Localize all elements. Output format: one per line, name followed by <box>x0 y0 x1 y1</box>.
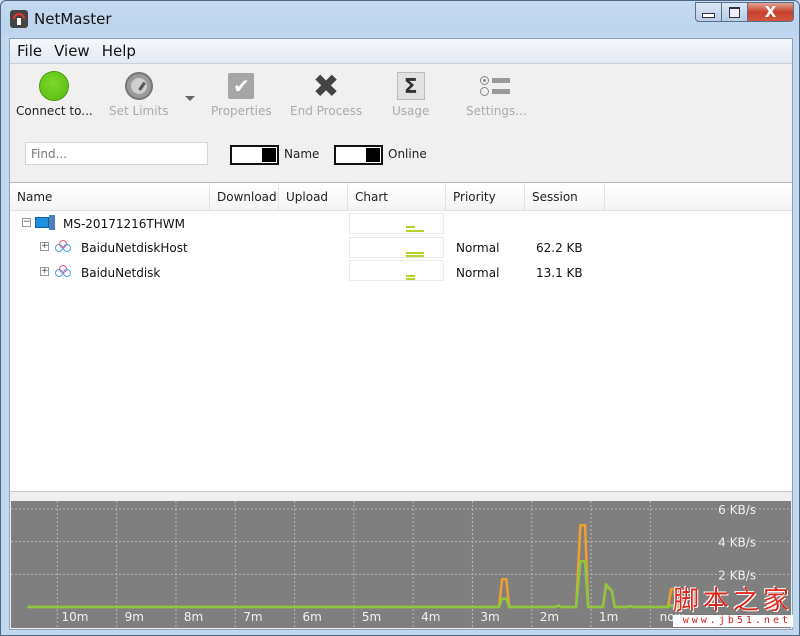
maximize-button[interactable] <box>722 2 748 22</box>
column-header-chart[interactable]: Chart <box>348 183 446 210</box>
usage-button[interactable]: Σ Usage <box>392 70 429 118</box>
menu-bar: File View Help <box>10 39 792 64</box>
maximize-icon <box>729 6 740 18</box>
window-controls: X <box>695 2 794 22</box>
name-toggle-label: Name <box>284 147 320 161</box>
menu-help[interactable]: Help <box>96 39 142 63</box>
online-toggle-knob <box>366 148 380 162</box>
menu-view[interactable]: View <box>48 39 96 63</box>
filter-bar: Name Online <box>10 128 792 183</box>
minimize-button[interactable] <box>695 2 722 22</box>
x-tick-label: 4m <box>421 610 440 624</box>
baidu-netdisk-icon <box>55 240 71 254</box>
column-header-session[interactable]: Session <box>525 183 605 210</box>
table-row[interactable]: + BaiduNetdisk Normal 13.1 KB <box>10 260 792 285</box>
computer-icon <box>35 215 55 230</box>
x-tick-label: 9m <box>125 610 144 624</box>
settings-button[interactable]: Settings... <box>466 70 527 118</box>
x-tick-label: 2m <box>540 610 559 624</box>
process-table: Name Download Upload Chart Priority Sess… <box>10 183 792 491</box>
column-header-priority[interactable]: Priority <box>446 183 525 210</box>
row-priority: Normal <box>456 266 500 280</box>
title-bar[interactable]: NetMaster X <box>1 1 799 37</box>
netmaster-app-icon <box>10 10 28 28</box>
row-session: 13.1 KB <box>536 266 583 280</box>
green-status-dot-icon <box>39 71 70 101</box>
row-name: MS-20171216THWM <box>63 217 185 231</box>
row-mini-chart <box>349 237 444 258</box>
collapse-toggle-icon[interactable]: − <box>22 218 31 227</box>
x-tick-label: 1m <box>599 610 618 624</box>
gauge-icon <box>124 72 153 100</box>
find-input[interactable] <box>25 142 208 165</box>
column-header-upload[interactable]: Upload <box>279 183 348 210</box>
sigma-icon: Σ <box>396 72 425 100</box>
settings-label: Settings... <box>466 104 527 118</box>
connect-to-button[interactable]: Connect to... <box>16 70 93 118</box>
table-row[interactable]: − MS-20171216THWM <box>10 212 792 236</box>
x-tick-label: 5m <box>362 610 381 624</box>
row-priority: Normal <box>456 241 500 255</box>
client-area: File View Help Connect to... Set Limits … <box>9 38 793 630</box>
set-limits-label: Set Limits <box>109 104 169 118</box>
checkmark-icon: ✔ <box>228 73 255 99</box>
row-session: 62.2 KB <box>536 241 583 255</box>
toolbar: Connect to... Set Limits ✔ Properties ✖ … <box>10 64 792 128</box>
row-name: BaiduNetdisk <box>81 266 161 280</box>
table-row[interactable]: + BaiduNetdiskHost Normal 62.2 KB <box>10 236 792 260</box>
expand-toggle-icon[interactable]: + <box>40 267 49 276</box>
y-tick-label: 2 KB/s <box>718 568 756 582</box>
y-tick-label: 6 KB/s <box>718 503 756 517</box>
online-toggle-label: Online <box>388 147 427 161</box>
row-mini-chart <box>349 213 444 234</box>
x-tick-label: 10m <box>62 610 89 624</box>
app-window: NetMaster X File View Help Connect to...… <box>0 0 800 636</box>
x-tick-label: 3m <box>480 610 499 624</box>
watermark-url: www.jb51.net <box>672 615 793 627</box>
column-header-download[interactable]: Download <box>210 183 279 210</box>
name-toggle-knob <box>262 148 276 162</box>
x-tick-label: 7m <box>243 610 262 624</box>
close-button[interactable]: X <box>748 2 794 22</box>
x-icon: ✖ <box>312 67 340 105</box>
properties-button[interactable]: ✔ Properties <box>211 70 272 118</box>
window-title: NetMaster <box>34 10 112 28</box>
menu-file[interactable]: File <box>10 39 48 63</box>
end-process-button[interactable]: ✖ End Process <box>290 70 362 118</box>
x-tick-label: 8m <box>184 610 203 624</box>
minimize-icon <box>702 12 715 18</box>
settings-list-icon <box>480 74 512 98</box>
y-tick-label: 4 KB/s <box>718 536 756 550</box>
connect-to-label: Connect to... <box>16 104 93 118</box>
baidu-netdisk-icon <box>55 265 71 279</box>
x-tick-label: 6m <box>303 610 322 624</box>
expand-toggle-icon[interactable]: + <box>40 242 49 251</box>
table-header: Name Download Upload Chart Priority Sess… <box>10 183 792 211</box>
series-line-download <box>27 560 680 609</box>
row-mini-chart <box>349 260 444 281</box>
close-icon: X <box>764 3 777 21</box>
watermark-text: 脚本之家 <box>672 586 793 616</box>
watermark: 脚本之家 www.jb51.net <box>672 586 793 627</box>
online-toggle[interactable] <box>334 145 383 165</box>
row-name: BaiduNetdiskHost <box>81 241 188 255</box>
properties-label: Properties <box>211 104 272 118</box>
column-header-name[interactable]: Name <box>10 183 210 210</box>
set-limits-button[interactable]: Set Limits <box>109 70 169 118</box>
end-process-label: End Process <box>290 104 363 118</box>
usage-label: Usage <box>392 104 430 118</box>
name-toggle[interactable] <box>230 145 279 165</box>
set-limits-dropdown-arrow-icon[interactable] <box>185 96 195 101</box>
